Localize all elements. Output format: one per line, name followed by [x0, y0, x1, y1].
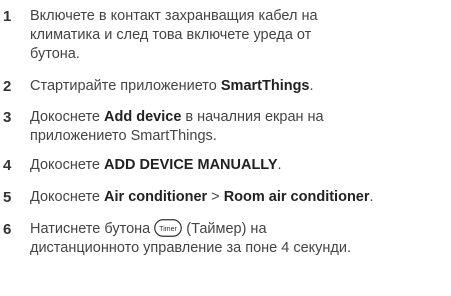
step-text: Докоснете ADD DEVICE MANUALLY. [30, 156, 450, 175]
path-separator: > [207, 189, 224, 205]
step-line: дистанционното управление за поне 4 секу… [30, 240, 352, 256]
step-line: приложението SmartThings. [30, 128, 217, 144]
step-text-plain: Докоснете [30, 109, 105, 125]
step-number: 1 [3, 8, 12, 25]
step-number: 6 [3, 221, 12, 238]
step-number: 5 [3, 189, 12, 206]
step-number: 2 [3, 78, 12, 95]
step-text-plain: . [369, 189, 374, 205]
step-text: Включете в контакт захранващия кабел на … [30, 7, 450, 64]
step-text-plain: . [309, 78, 314, 94]
timer-button-icon: Timer [154, 218, 183, 237]
timer-button-label: Timer [159, 226, 177, 233]
step-text: Докоснете Air conditioner > Room air con… [30, 188, 450, 207]
step-text-plain: (Таймер) на [182, 221, 267, 237]
step-text-plain: Натиснете бутона [30, 221, 155, 237]
step-text-plain: Докоснете [30, 189, 105, 205]
step-text: Стартирайте приложението SmartThings. [30, 77, 450, 96]
step-text: Натиснете бутона Timer (Таймер) на диста… [30, 218, 450, 258]
ui-label-room-air-conditioner: Room air conditioner [223, 189, 370, 205]
step-text-plain: в началния екран на [181, 109, 324, 125]
instruction-steps: 1 Включете в контакт захранващия кабел н… [0, 0, 451, 296]
step-number: 3 [3, 109, 12, 126]
step-line: Включете в контакт захранващия кабел на [30, 8, 318, 24]
step-line: климатика и след това включете уреда от [30, 27, 312, 43]
step-text-plain: Стартирайте приложението [30, 78, 221, 94]
step-text-plain: Докоснете [30, 157, 105, 173]
step-text-plain: . [277, 157, 282, 173]
step-number: 4 [3, 157, 12, 174]
ui-label-add-device-manually: ADD DEVICE MANUALLY [104, 157, 278, 173]
step-line: бутона. [30, 46, 80, 62]
ui-label-air-conditioner: Air conditioner [104, 189, 208, 205]
app-name: SmartThings [220, 78, 310, 94]
step-text: Докоснете Add device в началния екран на… [30, 108, 450, 146]
ui-label-add-device: Add device [104, 109, 182, 125]
